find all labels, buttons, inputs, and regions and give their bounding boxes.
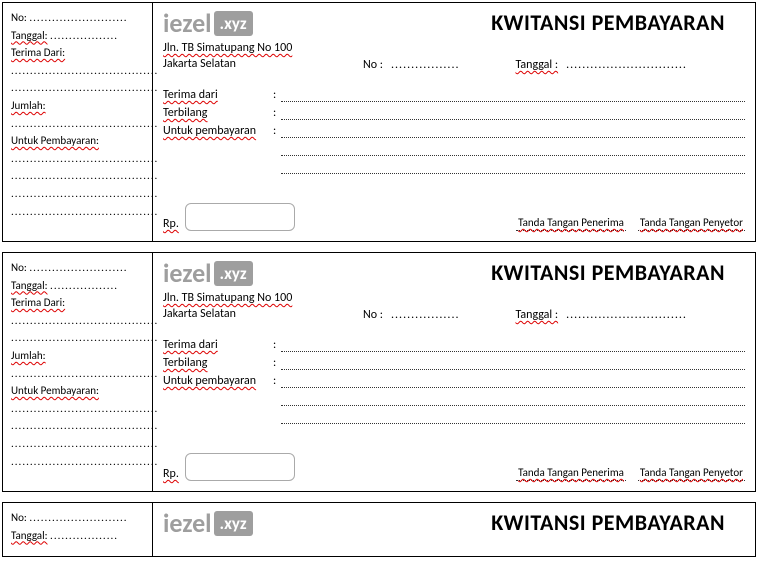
signature-penerima: Tanda Tangan Penerima [516, 466, 626, 481]
rp-label: Rp. [163, 467, 179, 481]
receipt-title: KWITANSI PEMBAYARAN [491, 9, 725, 36]
main-terima-label: Terima dari [163, 338, 273, 352]
stub-no-label: No: [11, 261, 27, 274]
stub: No: .......................... Tanggal: … [3, 3, 153, 241]
main-panel: iezel .xyz KWITANSI PEMBAYARAN Jln. TB S… [153, 253, 755, 491]
stub-tanggal-label: Tanggal: [11, 529, 48, 542]
rp-amount-box [185, 203, 295, 231]
stub: No: .......................... Tanggal: … [3, 503, 153, 556]
signature-penyetor: Tanda Tangan Penyetor [638, 466, 745, 481]
main-no-label: No : [363, 308, 383, 322]
logo: iezel .xyz [163, 7, 253, 39]
stub-terima-label: Terima Dari: [11, 296, 65, 309]
receipt: No: .......................... Tanggal: … [2, 2, 756, 242]
rp-label: Rp. [163, 217, 179, 231]
address-line1: Jln. TB Simatupang No 100 [163, 291, 292, 305]
stub-terima-label: Terima Dari: [11, 46, 65, 59]
stub-no-label: No: [11, 511, 27, 524]
receipt: No: .......................... Tanggal: … [2, 252, 756, 492]
logo-badge: .xyz [214, 11, 253, 36]
address-line1: Jln. TB Simatupang No 100 [163, 41, 292, 55]
main-untuk-label: Untuk pembayaran [163, 124, 273, 138]
logo-text: iezel [163, 507, 212, 539]
stub-jumlah-label: Jumlah: [11, 99, 46, 112]
main-untuk-label: Untuk pembayaran [163, 374, 273, 388]
stub: No: .......................... Tanggal: … [3, 253, 153, 491]
main-terbilang-label: Terbilang [163, 106, 273, 120]
signature-penerima: Tanda Tangan Penerima [516, 216, 626, 231]
main-terbilang-label: Terbilang [163, 356, 273, 370]
stub-untuk-label: Untuk Pembayaran: [11, 134, 99, 147]
main-terima-label: Terima dari [163, 88, 273, 102]
logo: iezel .xyz [163, 507, 253, 539]
main-panel: iezel .xyz KWITANSI PEMBAYARAN [153, 503, 755, 556]
receipt-title: KWITANSI PEMBAYARAN [491, 259, 725, 286]
logo-badge: .xyz [214, 261, 253, 286]
receipt-title: KWITANSI PEMBAYARAN [491, 509, 725, 536]
logo-text: iezel [163, 7, 212, 39]
main-panel: iezel .xyz KWITANSI PEMBAYARAN Jln. TB S… [153, 3, 755, 241]
logo: iezel .xyz [163, 257, 253, 289]
stub-tanggal-label: Tanggal: [11, 29, 48, 42]
logo-badge: .xyz [214, 511, 253, 536]
rp-amount-box [185, 453, 295, 481]
stub-jumlah-label: Jumlah: [11, 349, 46, 362]
receipt: No: .......................... Tanggal: … [2, 502, 756, 557]
stub-tanggal-label: Tanggal: [11, 279, 48, 292]
stub-no-label: No: [11, 11, 27, 24]
logo-text: iezel [163, 257, 212, 289]
main-no-label: No : [363, 58, 383, 72]
stub-untuk-label: Untuk Pembayaran: [11, 384, 99, 397]
signature-penyetor: Tanda Tangan Penyetor [638, 216, 745, 231]
main-tanggal-label: Tanggal : [516, 308, 559, 322]
main-tanggal-label: Tanggal : [516, 58, 559, 72]
